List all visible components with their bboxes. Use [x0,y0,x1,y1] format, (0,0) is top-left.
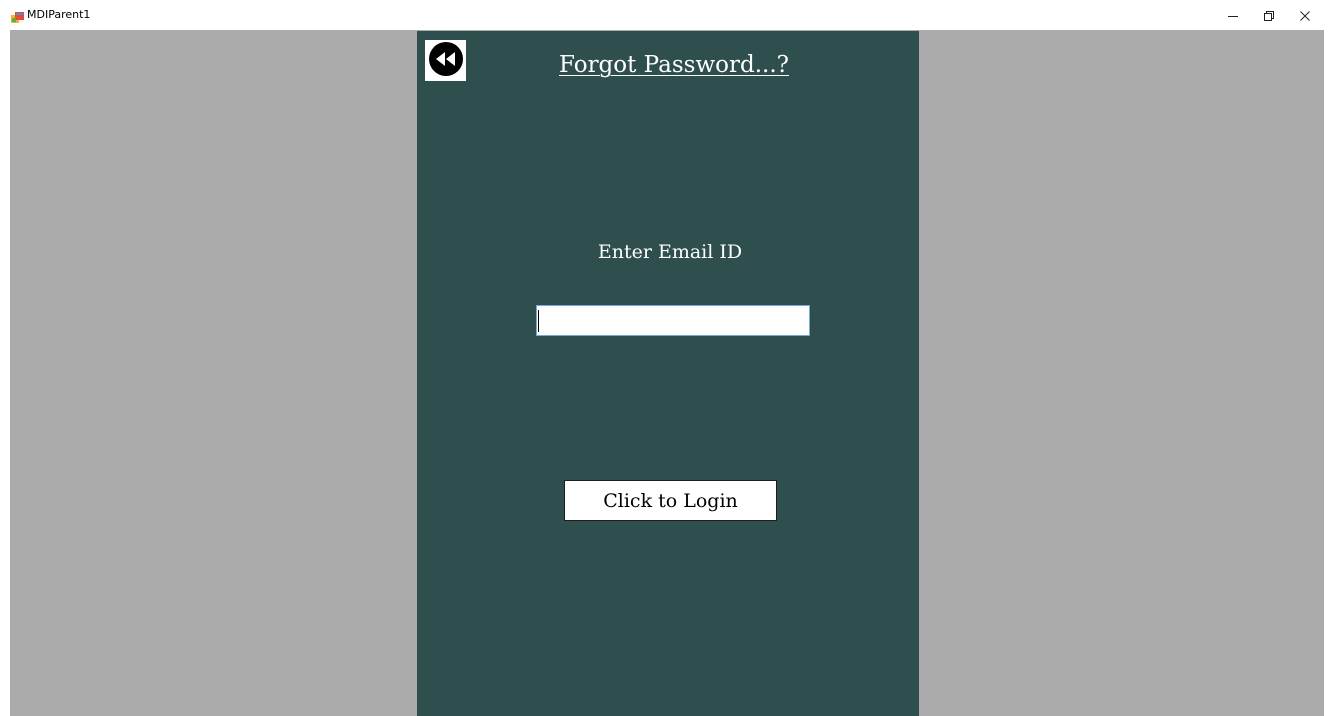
email-field[interactable] [536,305,810,336]
minimize-button[interactable] [1222,6,1244,24]
app-icon [11,9,24,23]
minimize-icon [1228,6,1238,25]
text-caret [538,310,539,332]
email-label: Enter Email ID [597,241,743,263]
title-bar[interactable]: MDIParent1 [0,0,1330,30]
maximize-button[interactable] [1258,6,1280,24]
window-title: MDIParent1 [27,8,91,21]
forgot-password-form: Forgot Password...? Enter Email ID Click… [417,31,919,716]
restore-icon [1264,6,1274,25]
page-title: Forgot Password...? [559,52,789,78]
close-button[interactable] [1294,6,1316,24]
app-window: MDIParent1 Forgot Password...? Enter Ema… [0,0,1330,716]
login-button[interactable]: Click to Login [564,480,777,521]
close-icon [1300,6,1310,25]
